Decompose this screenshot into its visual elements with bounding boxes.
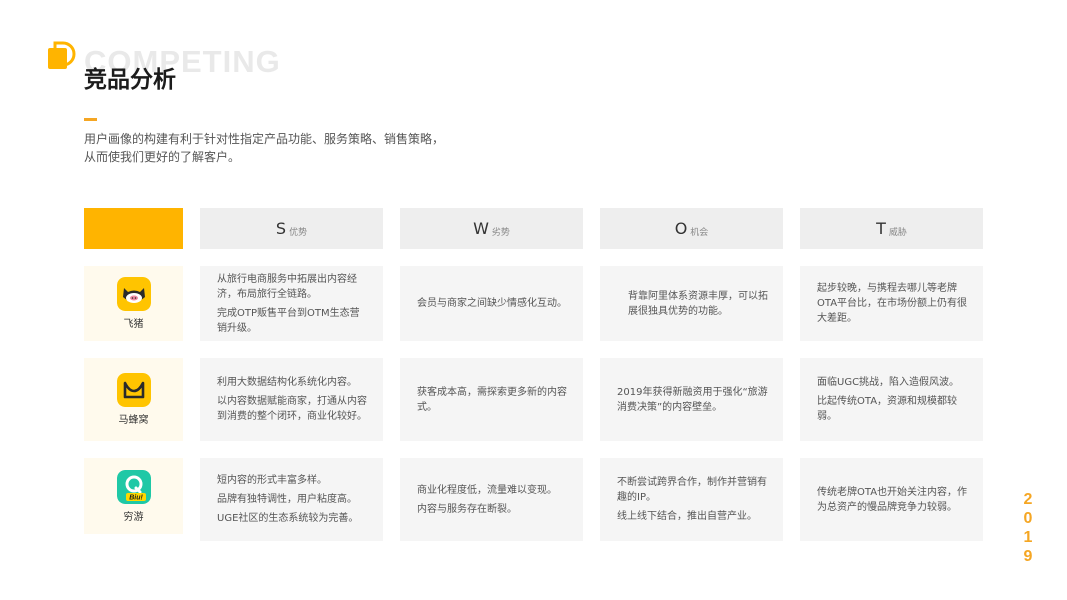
cell-text: 以内容数据赋能商家，打通从内容到消费的整个闭环，商业化较好。: [217, 396, 367, 422]
brand-name: 马蜂窝: [118, 415, 149, 426]
table-cell: 从旅行电商服务中拓展出内容经济，布局旅行全链路。 完成OTP贩售平台到OTM生态…: [200, 266, 383, 341]
table-cell: 传统老牌OTA也开始关注内容，作为总资产的慢品牌竞争力较弱。: [800, 458, 983, 541]
table-cell: 短内容的形式丰富多样。 品牌有独特调性，用户粘度高。 UGE社区的生态系统较为完…: [200, 458, 383, 541]
fliggy-pig-icon: [116, 277, 151, 311]
page-title: 竞品分析: [84, 67, 176, 93]
cell-text: 会员与商家之间缺少情感化互动。: [417, 298, 567, 309]
year-digit: 1: [1023, 529, 1033, 546]
cell-text: 面临UGC挑战，陷入造假风波。: [817, 377, 960, 388]
cell-text: 2019年获得新融资用于强化“旅游消费决策”的内容壁垒。: [617, 386, 768, 413]
brand-cell-mafengwo: 马蜂窝: [84, 358, 183, 441]
mafengwo-m-icon: [116, 373, 151, 407]
brand-name: 飞猪: [123, 319, 144, 330]
cell-text: 起步较晚，与携程去哪儿等老牌OTA平台比，在市场份额上仍有很大差距。: [817, 283, 968, 324]
brand-name: 穷游: [123, 511, 144, 523]
table-cell: 2019年获得新融资用于强化“旅游消费决策”的内容壁垒。: [600, 358, 783, 441]
swot-header-strengths: S 优势: [200, 208, 383, 249]
swot-letter: T: [876, 219, 886, 238]
swot-label: 机会: [690, 227, 709, 238]
cell-text: 完成OTP贩售平台到OTM生态营销升级。: [217, 307, 360, 334]
title-accent-bar: [84, 118, 97, 121]
swot-label: 优势: [289, 227, 308, 238]
cell-text: 不断尝试跨界合作，制作并营销有趣的IP。: [617, 477, 767, 503]
cell-text: 品牌有独特调性，用户粘度高。: [217, 494, 357, 505]
table-cell: 获客成本高，需探索更多新的内容式。: [400, 358, 583, 441]
table-cell: 商业化程度低，流量难以变现。 内容与服务存在断裂。: [400, 458, 583, 541]
year-digit: 0: [1023, 510, 1033, 527]
cell-text: 内容与服务存在断裂。: [417, 503, 517, 515]
cell-text: 比起传统OTA，资源和规模都较弱。: [817, 396, 958, 422]
table-cell: 会员与商家之间缺少情感化互动。: [400, 266, 583, 341]
swot-label: 劣势: [491, 227, 510, 238]
table-corner-header: [84, 208, 183, 249]
cell-text: 获客成本高，需探索更多新的内容式。: [417, 386, 567, 413]
year-digit: 2: [1023, 491, 1033, 508]
cell-text: 商业化程度低，流量难以变现。: [417, 484, 557, 496]
year-vertical: 2 0 1 9: [1021, 490, 1035, 566]
qyer-q-icon: Biu!: [116, 469, 151, 504]
table-cell: 不断尝试跨界合作，制作并营销有趣的IP。 线上线下结合，推出自营产业。: [600, 458, 783, 541]
table-cell: 起步较晚，与携程去哪儿等老牌OTA平台比，在市场份额上仍有很大差距。: [800, 266, 983, 341]
description-line: 用户画像的构建有利于针对性指定产品功能、服务策略、销售策略，: [84, 132, 445, 146]
description-line: 从而使我们更好的了解客户。: [84, 150, 241, 164]
swot-letter: S: [275, 219, 287, 238]
brand-cell-fliggy: 飞猪: [84, 266, 183, 341]
cell-text: 利用大数据结构化系统化内容。: [217, 377, 357, 388]
swot-header-opportunities: O 机会: [600, 208, 783, 249]
brand-logo-icon: [48, 41, 76, 69]
swot-header-weaknesses: W 劣势: [400, 208, 583, 249]
cell-text: 传统老牌OTA也开始关注内容，作为总资产的慢品牌竞争力较弱。: [817, 486, 968, 513]
cell-text: 背靠阿里体系资源丰厚，可以拓展很独具优势的功能。: [628, 290, 768, 317]
swot-letter: O: [674, 219, 688, 238]
page-description: 用户画像的构建有利于针对性指定产品功能、服务策略、销售策略， 从而使我们更好的了…: [84, 130, 444, 166]
cell-text: UGE社区的生态系统较为完善。: [217, 513, 359, 524]
swot-label: 威胁: [888, 227, 907, 238]
cell-text: 短内容的形式丰富多样。: [217, 475, 327, 486]
swot-letter: W: [473, 219, 489, 238]
year-digit: 9: [1023, 548, 1033, 565]
brand-cell-qyer: Biu! 穷游: [84, 458, 183, 534]
cell-text: 线上线下结合，推出自营产业。: [617, 511, 757, 522]
cell-text: 从旅行电商服务中拓展出内容经济，布局旅行全链路。: [217, 273, 357, 300]
table-cell: 利用大数据结构化系统化内容。 以内容数据赋能商家，打通从内容到消费的整个闭环，商…: [200, 358, 383, 441]
table-cell: 面临UGC挑战，陷入造假风波。 比起传统OTA，资源和规模都较弱。: [800, 358, 983, 441]
table-cell: 背靠阿里体系资源丰厚，可以拓展很独具优势的功能。: [600, 266, 783, 341]
qyer-icon-text: Biu!: [129, 494, 143, 501]
swot-header-threats: T 威胁: [800, 208, 983, 249]
